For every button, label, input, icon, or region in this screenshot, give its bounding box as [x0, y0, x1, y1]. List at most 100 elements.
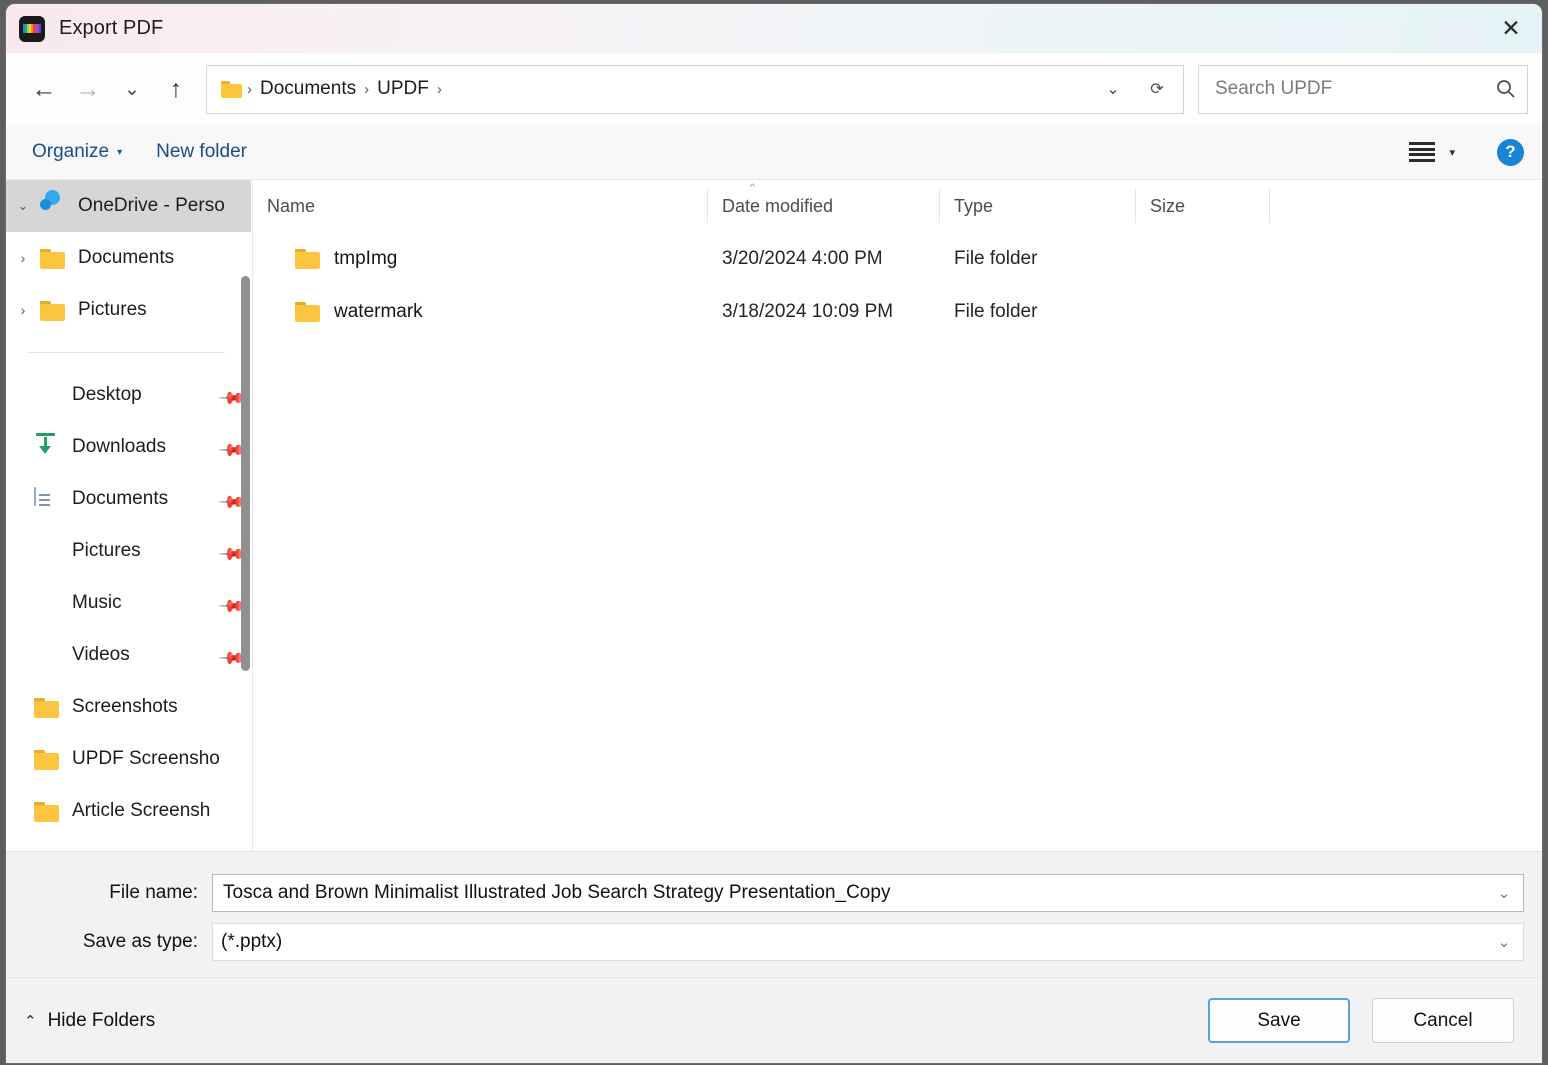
save-as-type-row: Save as type: (*.pptx) ⌄: [24, 923, 1524, 961]
sidebar-item-label: Documents: [78, 247, 175, 268]
file-rows: tmpImg 3/20/2024 4:00 PM File folder wat…: [253, 232, 1542, 851]
title-bar: Export PDF ✕: [6, 4, 1542, 53]
folder-icon: [295, 249, 320, 269]
hide-folders-button[interactable]: ⌃ Hide Folders: [24, 1010, 155, 1032]
sidebar-item-documents[interactable]: Documents 📌: [6, 473, 251, 525]
export-pdf-dialog: Export PDF ✕ ← → ⌄ ↑ › Documents › UPDF …: [6, 4, 1542, 1063]
chevron-down-icon[interactable]: ⌄: [1487, 933, 1521, 951]
sidebar-scrollbar-thumb[interactable]: [241, 276, 250, 671]
chevron-right-icon[interactable]: ›: [6, 250, 40, 266]
rainbow-bars-glyph: [23, 24, 41, 33]
refresh-icon[interactable]: ⟳: [1135, 67, 1179, 111]
sidebar-item-label: UPDF Screensho: [72, 748, 220, 769]
save-as-type-label: Save as type:: [82, 931, 198, 952]
save-button[interactable]: Save: [1208, 998, 1350, 1043]
documents-icon: [34, 487, 60, 510]
folder-icon: [34, 697, 60, 718]
file-name-text: watermark: [334, 300, 423, 322]
file-name-cell: watermark: [253, 301, 708, 323]
search-box[interactable]: [1198, 64, 1528, 114]
view-list-icon[interactable]: [1409, 142, 1436, 162]
sidebar-item-downloads[interactable]: Downloads 📌: [6, 421, 251, 473]
window-title: Export PDF: [59, 17, 164, 39]
organize-button[interactable]: Organize ▾: [32, 141, 122, 163]
new-folder-button[interactable]: New folder: [156, 141, 247, 163]
sidebar-item-desktop[interactable]: Desktop 📌: [6, 369, 251, 421]
sidebar-item-onedrive[interactable]: ⌄ OneDrive - Perso: [6, 180, 251, 232]
recent-locations-button[interactable]: ⌄: [110, 67, 154, 111]
file-name-row: File name: ⌄: [24, 874, 1524, 912]
file-name-combobox[interactable]: ⌄: [212, 874, 1524, 912]
sidebar-item-pictures-onedrive[interactable]: › Pictures: [6, 284, 251, 336]
table-row[interactable]: watermark 3/18/2024 10:09 PM File folder: [253, 285, 1542, 338]
address-bar[interactable]: › Documents › UPDF › ⌄ ⟳: [206, 64, 1184, 114]
close-icon[interactable]: ✕: [1480, 4, 1542, 53]
file-name-input[interactable]: [221, 881, 1487, 905]
breadcrumb-updf[interactable]: UPDF: [370, 78, 436, 100]
sidebar-item-label: Desktop: [72, 384, 142, 405]
sidebar-item-label: Downloads: [72, 436, 166, 457]
navigation-bar: ← → ⌄ ↑ › Documents › UPDF › ⌄ ⟳: [6, 53, 1542, 125]
forward-button[interactable]: →: [66, 67, 110, 111]
breadcrumb-documents[interactable]: Documents: [253, 78, 363, 100]
column-header-date-modified[interactable]: Date modified: [708, 189, 940, 223]
music-icon: [34, 592, 60, 614]
sidebar-item-label: Screenshots: [72, 696, 178, 717]
chevron-down-icon[interactable]: ⌄: [6, 198, 40, 214]
file-date-cell: 3/18/2024 10:09 PM: [722, 300, 894, 322]
videos-icon: [34, 644, 60, 666]
dialog-body: ⌄ OneDrive - Perso › Documents › Picture…: [6, 180, 1542, 851]
column-header-size[interactable]: Size: [1136, 189, 1270, 223]
save-as-type-value: (*.pptx): [221, 931, 283, 952]
folder-icon: [40, 300, 66, 321]
sidebar-item-updf-screenshots[interactable]: UPDF Screensho: [6, 733, 251, 785]
file-date-cell: 3/20/2024 4:00 PM: [722, 247, 883, 269]
command-bar: Organize ▾ New folder ▾ ?: [6, 125, 1542, 180]
file-list-pane: Name Date modified Type Size ⌃ tmpImg 3/…: [252, 180, 1542, 851]
updf-app-icon: [19, 15, 45, 42]
search-icon[interactable]: [1495, 78, 1517, 100]
sidebar-item-article-screenshots[interactable]: Article Screensh: [6, 785, 251, 837]
chevron-down-icon[interactable]: ⌄: [1487, 884, 1521, 902]
sidebar-item-documents-onedrive[interactable]: › Documents: [6, 232, 251, 284]
save-as-type-select[interactable]: (*.pptx) ⌄: [212, 923, 1524, 961]
sidebar-item-videos[interactable]: Videos 📌: [6, 629, 251, 681]
sort-ascending-icon: ⌃: [747, 181, 758, 196]
chevron-down-icon[interactable]: ⌄: [1091, 67, 1135, 111]
file-type-cell: File folder: [954, 247, 1038, 269]
sidebar-item-label: OneDrive - Perso: [78, 195, 225, 216]
search-input[interactable]: [1213, 77, 1495, 101]
sidebar-item-label: Videos: [72, 644, 130, 665]
cancel-button[interactable]: Cancel: [1372, 998, 1514, 1043]
view-options-chevron-down-icon[interactable]: ▾: [1449, 146, 1455, 159]
desktop-icon: [34, 384, 60, 406]
navigation-pane: ⌄ OneDrive - Perso › Documents › Picture…: [6, 180, 252, 851]
file-name-text: tmpImg: [334, 247, 398, 269]
file-type-cell: File folder: [954, 300, 1038, 322]
onedrive-cloud-icon: [40, 195, 66, 217]
sidebar-item-label: Article Screensh: [72, 800, 211, 821]
folder-icon: [34, 801, 60, 822]
hide-folders-label: Hide Folders: [47, 1009, 156, 1031]
up-button[interactable]: ↑: [154, 67, 198, 111]
folder-icon: [221, 80, 242, 98]
column-header-name[interactable]: Name: [253, 189, 708, 223]
sidebar-item-pictures[interactable]: Pictures 📌: [6, 525, 251, 577]
table-row[interactable]: tmpImg 3/20/2024 4:00 PM File folder: [253, 232, 1542, 285]
folder-icon: [40, 248, 66, 269]
file-name-label: File name:: [109, 882, 198, 903]
breadcrumb-separator: ›: [364, 80, 370, 98]
breadcrumb-separator: ›: [436, 80, 442, 98]
column-header-type[interactable]: Type: [940, 189, 1136, 223]
help-icon[interactable]: ?: [1497, 138, 1524, 166]
file-fields: File name: ⌄ Save as type: (*.pptx) ⌄: [6, 851, 1542, 977]
sidebar-item-screenshots[interactable]: Screenshots: [6, 681, 251, 733]
chevron-up-icon: ⌃: [24, 1012, 37, 1030]
folder-icon: [34, 749, 60, 770]
dialog-footer: ⌃ Hide Folders Save Cancel: [6, 977, 1542, 1063]
sidebar-item-label: Documents: [72, 488, 169, 509]
chevron-down-icon: ▾: [117, 146, 123, 158]
sidebar-item-music[interactable]: Music 📌: [6, 577, 251, 629]
back-button[interactable]: ←: [22, 67, 66, 111]
chevron-right-icon[interactable]: ›: [6, 302, 40, 318]
